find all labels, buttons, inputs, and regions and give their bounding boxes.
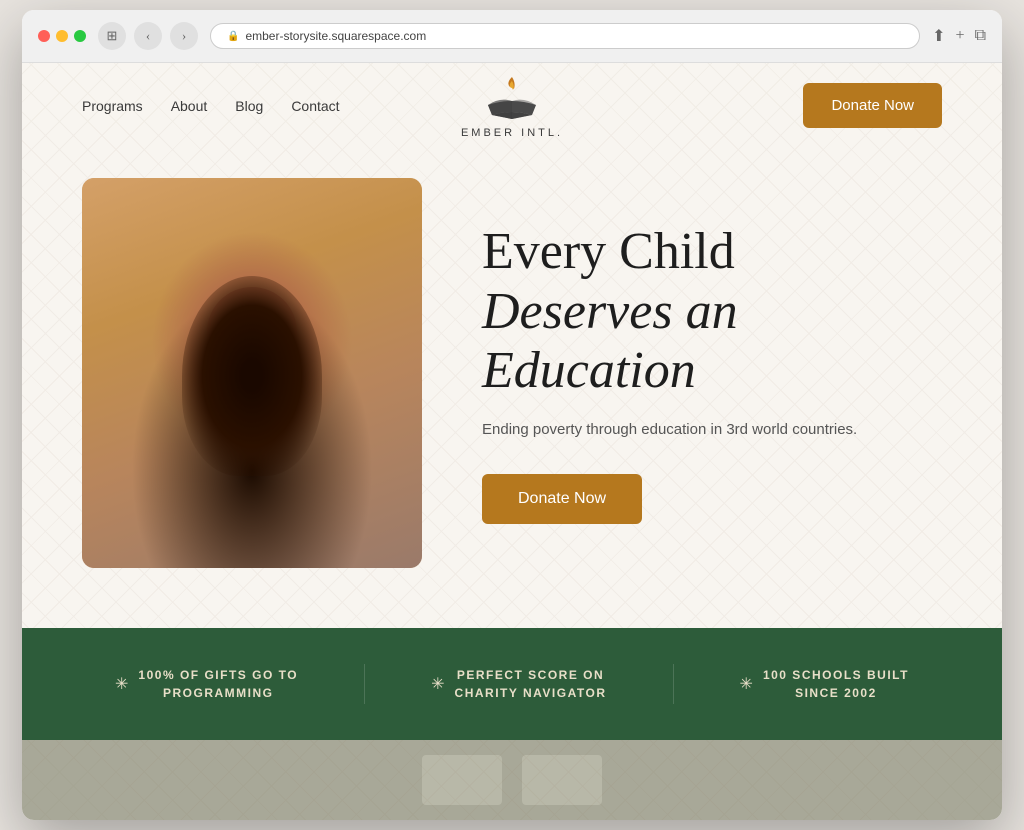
back-button[interactable]: ‹ [134,22,162,50]
nav-contact[interactable]: Contact [291,98,339,114]
logo-icon [484,73,540,123]
hero-child-photo [82,178,422,568]
share-icon[interactable]: ⬆ [932,26,945,46]
stat-icon-1: ✳ [431,674,444,694]
stat-icon-0: ✳ [115,674,128,694]
browser-actions: ⬆ + ⧉ [932,26,986,46]
hero-subtitle: Ending poverty through education in 3rd … [482,421,942,438]
url-text: ember-storysite.squarespace.com [245,29,426,43]
stat-item-0: ✳ 100% OF GIFTS GO TOPROGRAMMING [115,666,298,702]
bottom-image-2 [522,755,602,805]
hero-content: Every Child Deserves an Education Ending… [482,222,942,524]
tabs-icon[interactable]: ⧉ [975,27,986,45]
nav-about[interactable]: About [171,98,208,114]
stat-text-1: PERFECT SCORE ONCHARITY NAVIGATOR [455,666,607,702]
stat-divider-2 [673,664,674,704]
minimize-button[interactable] [56,30,68,42]
close-button[interactable] [38,30,50,42]
hero-title-line3: Education [482,342,696,399]
stat-divider-1 [364,664,365,704]
stat-text-2: 100 SCHOOLS BUILTSINCE 2002 [763,666,909,702]
hero-title: Every Child Deserves an Education [482,222,942,401]
stats-bar: ✳ 100% OF GIFTS GO TOPROGRAMMING ✳ PERFE… [22,628,1002,740]
stat-item-2: ✳ 100 SCHOOLS BUILTSINCE 2002 [740,666,909,702]
hero-title-line1: Every Child [482,223,735,280]
view-toggle[interactable]: ⊞ [98,22,126,50]
hero-title-line2: Deserves an [482,283,738,340]
stat-text-0: 100% OF GIFTS GO TOPROGRAMMING [138,666,298,702]
traffic-lights [38,30,86,42]
bottom-image-1 [422,755,502,805]
nav-blog[interactable]: Blog [235,98,263,114]
browser-chrome: ⊞ ‹ › 🔒 ember-storysite.squarespace.com … [22,10,1002,63]
browser-window: ⊞ ‹ › 🔒 ember-storysite.squarespace.com … [22,10,1002,820]
hero-image [82,178,422,568]
website-content: Programs About Blog Contact [22,63,1002,820]
browser-nav: ⊞ ‹ › [98,22,198,50]
stat-icon-2: ✳ [740,674,753,694]
stat-item-1: ✳ PERFECT SCORE ONCHARITY NAVIGATOR [431,666,606,702]
donate-now-header-button[interactable]: Donate Now [803,83,942,128]
site-header: Programs About Blog Contact [22,63,1002,148]
nav-programs[interactable]: Programs [82,98,143,114]
donate-now-hero-button[interactable]: Donate Now [482,474,642,524]
forward-button[interactable]: › [170,22,198,50]
lock-icon: 🔒 [227,31,239,42]
maximize-button[interactable] [74,30,86,42]
bottom-section [22,740,1002,820]
main-nav: Programs About Blog Contact [82,98,340,114]
address-bar[interactable]: 🔒 ember-storysite.squarespace.com [210,23,920,49]
logo[interactable]: EMBER INTL. [461,73,563,139]
hero-section: Every Child Deserves an Education Ending… [22,148,1002,628]
new-tab-icon[interactable]: + [956,27,965,45]
logo-text: EMBER INTL. [461,127,563,139]
